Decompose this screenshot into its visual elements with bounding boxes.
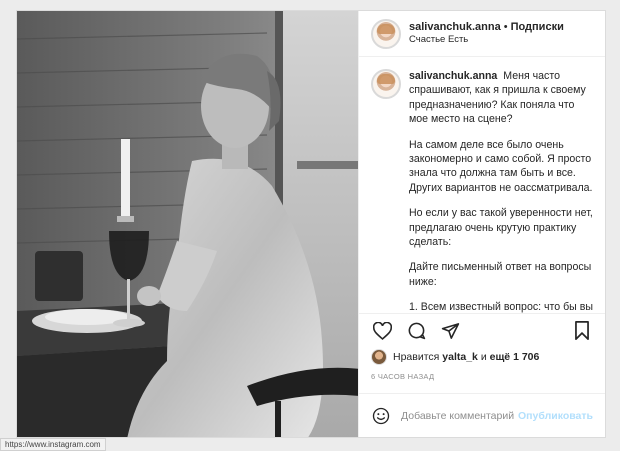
caption-author-username[interactable]: salivanchuk.anna: [409, 70, 497, 82]
caption-paragraph: Но если у вас такой уверенности нет, пре…: [409, 207, 593, 249]
likes-conjunction: и: [480, 351, 487, 363]
caption-paragraph: На самом деле все было очень закономерно…: [409, 138, 593, 194]
caption-paragraph: 1. Всем известный вопрос: что бы вы: [409, 301, 593, 313]
liker-avatar[interactable]: [371, 349, 387, 365]
comment-bubble-icon[interactable]: [405, 320, 427, 342]
caption-area: salivanchuk.anna Меня часто спрашивают, …: [359, 57, 605, 313]
header-text: salivanchuk.anna • Подписки Счастье Есть: [409, 21, 564, 47]
caption-text: salivanchuk.anna Меня часто спрашивают, …: [409, 69, 595, 313]
post-timestamp[interactable]: 6 ЧАСОВ НАЗАД: [359, 367, 605, 385]
follow-button[interactable]: Подписки: [511, 21, 564, 33]
post-side-panel: salivanchuk.anna • Подписки Счастье Есть s…: [358, 11, 605, 437]
publish-button[interactable]: Опубликовать: [518, 410, 593, 422]
likes-line: Нравится yalta_k и ещё 1 706: [359, 347, 605, 367]
caption-author-avatar[interactable]: [371, 69, 401, 99]
author-username[interactable]: salivanchuk.anna: [409, 21, 501, 33]
action-bar: [359, 313, 605, 347]
post-photo[interactable]: [17, 11, 358, 437]
post-header: salivanchuk.anna • Подписки Счастье Есть: [359, 11, 605, 57]
smiley-icon[interactable]: [371, 406, 391, 426]
likes-count-link[interactable]: ещё 1 706: [490, 351, 540, 363]
header-top-line: salivanchuk.anna • Подписки: [409, 21, 564, 35]
comment-input[interactable]: [401, 409, 515, 422]
comment-bar: Опубликовать: [359, 393, 605, 437]
paper-plane-icon[interactable]: [439, 320, 461, 342]
caption-paragraph: salivanchuk.anna Меня часто спрашивают, …: [409, 69, 595, 127]
likes-prefix: Нравится: [393, 351, 440, 363]
heart-icon[interactable]: [371, 320, 393, 342]
author-avatar[interactable]: [371, 18, 401, 49]
status-bar-url: https://www.instagram.com: [0, 438, 106, 451]
instagram-post: salivanchuk.anna • Подписки Счастье Есть s…: [16, 10, 606, 438]
location-link[interactable]: Счастье Есть: [409, 34, 564, 46]
caption-paragraph: Дайте письменный ответ на вопросы ниже:: [409, 261, 592, 288]
photo-illustration: [17, 11, 358, 437]
liker-username[interactable]: yalta_k: [442, 351, 478, 363]
bookmark-icon[interactable]: [571, 320, 593, 342]
separator-dot: •: [503, 20, 508, 33]
